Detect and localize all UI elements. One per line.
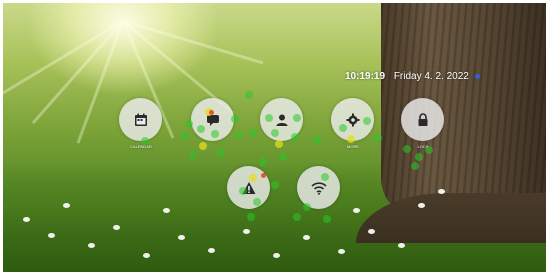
gaze-point (209, 110, 214, 115)
daisy (368, 229, 375, 234)
gaze-point (245, 91, 253, 99)
wallpaper-screen: 10:19:19 Friday 4. 2. 2022 CALENDAR MORE… (3, 3, 546, 272)
gaze-point (347, 135, 355, 143)
gaze-point (253, 198, 261, 206)
daisy (23, 217, 30, 222)
wifi-button[interactable] (297, 166, 340, 209)
gaze-point (411, 162, 419, 170)
daisy (48, 233, 55, 238)
gaze-point (189, 151, 197, 159)
status-dot (474, 73, 480, 79)
lock-icon (418, 112, 427, 126)
gaze-point (303, 203, 311, 211)
daisy (178, 235, 185, 240)
gaze-point (271, 129, 279, 137)
gaze-point (239, 187, 247, 195)
gaze-point (235, 131, 243, 139)
gaze-point (291, 133, 299, 141)
lock-button[interactable] (401, 98, 444, 141)
daisy (88, 243, 95, 248)
daisy (418, 203, 425, 208)
calendar-label: CALENDAR (130, 144, 152, 149)
daisy (163, 208, 170, 213)
clock-date: Friday 4. 2. 2022 (393, 71, 469, 82)
wifi-icon (310, 181, 327, 195)
gaze-point (231, 115, 239, 123)
gaze-point (247, 213, 255, 221)
gaze-point (275, 140, 283, 148)
gaze-point (185, 120, 193, 128)
gear-icon (346, 113, 359, 126)
gaze-point (217, 149, 225, 157)
daisy (143, 253, 150, 258)
calendar-button[interactable] (119, 98, 162, 141)
gaze-point (261, 173, 266, 178)
daisy (438, 189, 445, 194)
daisy (208, 248, 215, 253)
daisy (353, 208, 360, 213)
gaze-point (374, 134, 382, 142)
gaze-point (249, 129, 257, 137)
gaze-point (415, 153, 423, 161)
gaze-point (403, 145, 411, 153)
gaze-point (363, 117, 371, 125)
daisy (303, 235, 310, 240)
clock-status: 10:19:19 Friday 4. 2. 2022 (345, 71, 480, 82)
gaze-point (265, 114, 273, 122)
daisy (398, 243, 405, 248)
gaze-point (279, 153, 287, 161)
gaze-point (181, 132, 189, 140)
calendar-icon (134, 113, 147, 126)
gaze-point (141, 137, 149, 145)
gaze-point (323, 215, 331, 223)
lock-label: LOCK (417, 144, 429, 149)
clock-time: 10:19:19 (345, 71, 386, 82)
daisy (338, 249, 345, 254)
gaze-point (199, 142, 207, 150)
daisy (63, 203, 70, 208)
daisy (243, 229, 250, 234)
more-label: MORE (347, 144, 359, 149)
daisy (273, 253, 280, 258)
person-icon (276, 114, 287, 126)
gaze-point (339, 124, 347, 132)
gaze-point (321, 173, 329, 181)
gaze-point (211, 130, 219, 138)
gaze-point (293, 213, 301, 221)
gaze-point (259, 158, 267, 166)
gaze-point (271, 181, 279, 189)
gaze-point (313, 136, 321, 144)
gaze-point (425, 146, 433, 154)
daisy (113, 225, 120, 230)
gaze-point (293, 114, 301, 122)
gaze-point (249, 174, 257, 182)
gaze-point (197, 125, 205, 133)
